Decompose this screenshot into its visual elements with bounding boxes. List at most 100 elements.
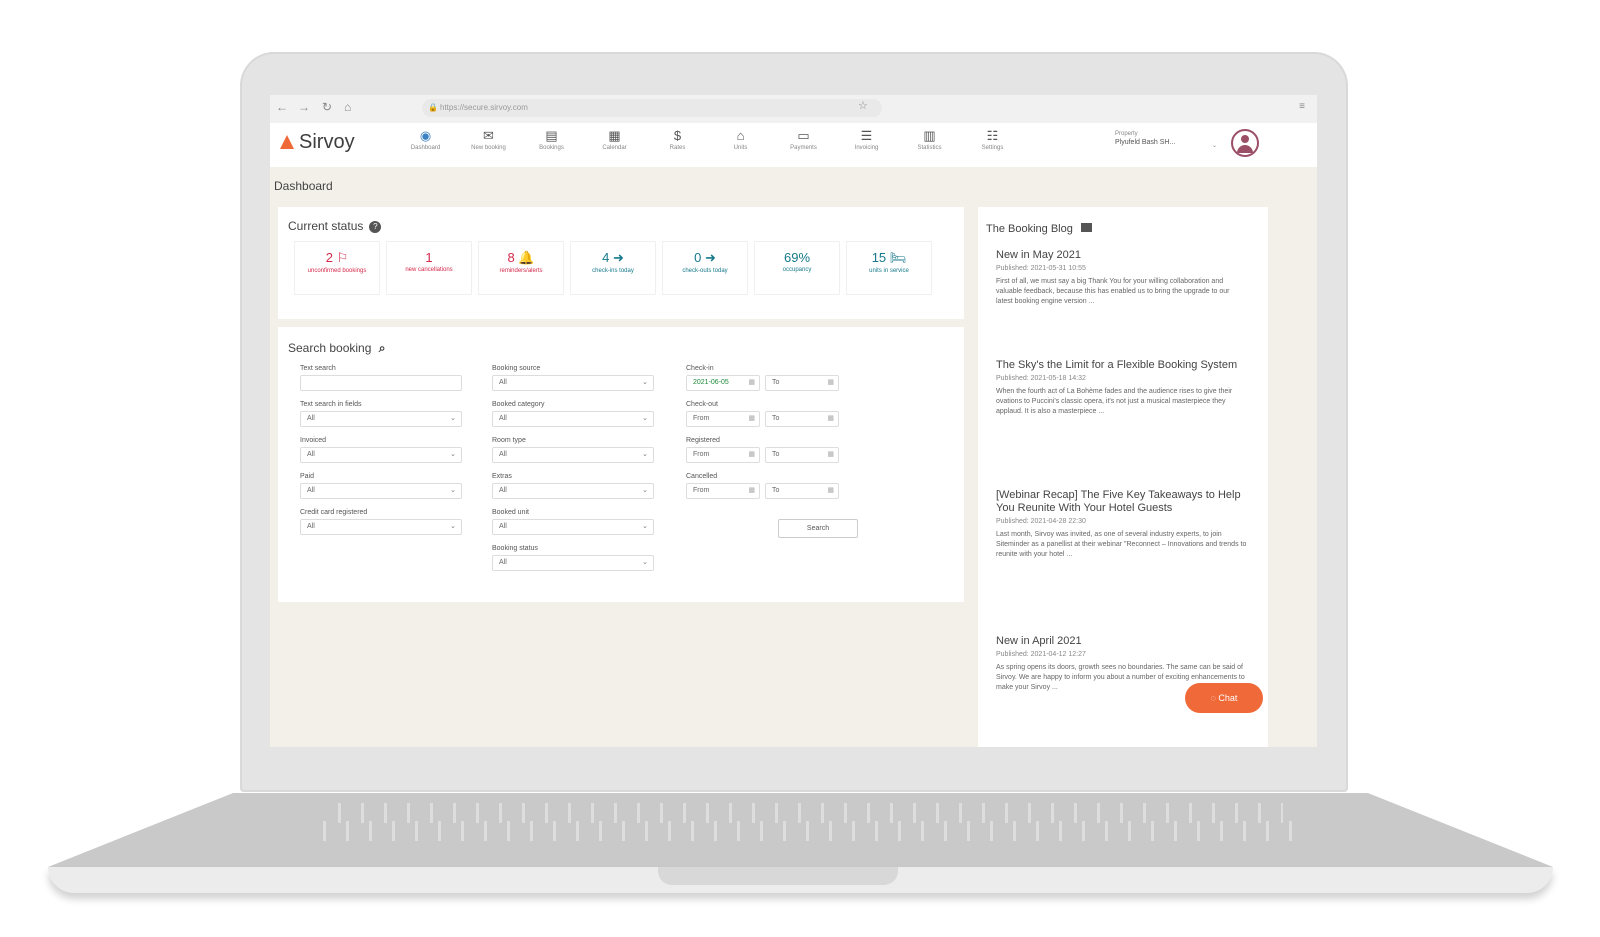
field-label: Paid <box>300 473 315 480</box>
nav-payments[interactable]: ▭ Payments <box>772 125 835 165</box>
blog-post-heading[interactable]: [Webinar Recap] The Five Key Takeaways t… <box>996 489 1248 515</box>
sirvoy-logo[interactable]: Sirvoy <box>280 131 355 154</box>
field-booking-status: Booking status All ⌄ <box>492 545 654 571</box>
credit-card-select[interactable]: All ⌄ <box>300 519 462 535</box>
status-tile-check-outs[interactable]: 0 ➜ check-outs today <box>662 241 748 295</box>
date-value: 2021-06-05 <box>693 379 729 386</box>
field-label: Credit card registered <box>300 509 368 516</box>
address-bar[interactable]: 🔒 https://secure.sirvoy.com <box>422 99 882 117</box>
dashboard-icon: ◉ <box>419 128 432 143</box>
select-value: All <box>499 415 507 422</box>
laptop-notch <box>658 867 898 885</box>
nav-invoicing[interactable]: ☰ Invoicing <box>835 125 898 165</box>
status-tile-units[interactable]: 15 🛏 units in service <box>846 241 932 295</box>
field-label: Extras <box>492 473 512 480</box>
blog-post-date: Published: 2021-05-31 10:55 <box>996 265 1086 272</box>
nav-dashboard[interactable]: ◉ Dashboard <box>394 125 457 165</box>
user-avatar-icon[interactable] <box>1231 129 1259 157</box>
nav-units[interactable]: ⌂ Units <box>709 125 772 165</box>
registered-to-input[interactable]: To ▦ <box>765 447 839 463</box>
nav-bookings[interactable]: ▤ Bookings <box>520 125 583 165</box>
field-extras: Extras All ⌄ <box>492 473 654 499</box>
status-value: 0 ➜ <box>694 250 716 265</box>
booked-unit-select[interactable]: All ⌄ <box>492 519 654 535</box>
status-value: 15 🛏 <box>871 250 907 265</box>
booked-category-select[interactable]: All ⌄ <box>492 411 654 427</box>
home-icon[interactable]: ⌂ <box>344 100 351 114</box>
status-tile-occupancy[interactable]: 69% occupancy <box>754 241 840 295</box>
cancelled-from-input[interactable]: From ▦ <box>686 483 760 499</box>
search-booking-title: Search booking ⌕ <box>288 341 385 356</box>
browser-toolbar: ← → ↻ ⌂ 🔒 https://secure.sirvoy.com ☆ ≡ <box>270 95 1317 124</box>
nav-new-booking[interactable]: ✉ New booking <box>457 125 520 165</box>
date-value: From <box>693 451 710 458</box>
nav-statistics[interactable]: ▥ Statistics <box>898 125 961 165</box>
status-label: occupancy <box>782 267 812 273</box>
blog-post-heading[interactable]: The Sky's the Limit for a Flexible Booki… <box>996 359 1248 372</box>
invoicing-icon: ☰ <box>860 128 873 143</box>
status-value: 69% <box>783 250 811 265</box>
url-text: https://secure.sirvoy.com <box>440 103 528 112</box>
status-tile-reminders[interactable]: 8 🔔 reminders/alerts <box>478 241 564 295</box>
field-label: Booking source <box>492 365 541 372</box>
blog-post[interactable]: The Sky's the Limit for a Flexible Booki… <box>996 359 1248 417</box>
field-label: Room type <box>492 437 526 444</box>
blog-post-teaser: When the fourth act of La Bohème fades a… <box>996 388 1233 415</box>
blog-post-heading[interactable]: New in April 2021 <box>996 635 1248 648</box>
back-icon[interactable]: ← <box>276 100 288 114</box>
search-button[interactable]: Search <box>778 519 858 538</box>
date-value: To <box>772 487 780 494</box>
nav-rates[interactable]: $ Rates <box>646 125 709 165</box>
chevron-down-icon: ⌄ <box>642 487 648 494</box>
rss-icon[interactable] <box>1080 223 1092 232</box>
chat-button[interactable]: ◌ Chat <box>1185 683 1263 713</box>
check-in-to-input[interactable]: To ▦ <box>765 375 839 391</box>
chevron-down-icon: ⌄ <box>450 487 456 494</box>
property-selector[interactable]: Property Plyufeld Bash SH... <box>1115 131 1215 146</box>
date-value: To <box>772 451 780 458</box>
browser-menu-icon[interactable]: ≡ <box>1299 101 1305 112</box>
text-search-input[interactable] <box>300 375 462 391</box>
bookmark-star-icon[interactable]: ☆ <box>858 99 868 112</box>
blog-post[interactable]: [Webinar Recap] The Five Key Takeaways t… <box>996 489 1248 560</box>
chevron-down-icon[interactable]: ⌄ <box>1212 142 1217 149</box>
nav-calendar[interactable]: ▦ Calendar <box>583 125 646 165</box>
extras-select[interactable]: All ⌄ <box>492 483 654 499</box>
nav-label: Payments <box>790 145 817 151</box>
help-icon[interactable]: ? <box>369 221 382 233</box>
field-text-search-in-fields: Text search in fields All ⌄ <box>300 401 462 427</box>
settings-icon: ☷ <box>986 128 999 143</box>
field-label: Booked unit <box>492 509 529 516</box>
blog-post[interactable]: New in May 2021 Published: 2021-05-31 10… <box>996 249 1248 307</box>
text-search-fields-select[interactable]: All ⌄ <box>300 411 462 427</box>
field-cancelled: Cancelled From ▦ To ▦ <box>686 473 848 499</box>
date-range: From ▦ To ▦ <box>686 411 848 427</box>
status-tile-check-ins[interactable]: 4 ➜ check-ins today <box>570 241 656 295</box>
room-type-select[interactable]: All ⌄ <box>492 447 654 463</box>
current-status-heading: Current status <box>288 219 364 233</box>
registered-from-input[interactable]: From ▦ <box>686 447 760 463</box>
invoiced-select[interactable]: All ⌄ <box>300 447 462 463</box>
paid-select[interactable]: All ⌄ <box>300 483 462 499</box>
forward-icon[interactable]: → <box>298 100 310 114</box>
status-label: unconfirmed bookings <box>307 268 367 274</box>
check-out-to-input[interactable]: To ▦ <box>765 411 839 427</box>
booking-source-select[interactable]: All ⌄ <box>492 375 654 391</box>
blog-post-heading[interactable]: New in May 2021 <box>996 249 1248 262</box>
cancelled-to-input[interactable]: To ▦ <box>765 483 839 499</box>
booking-status-select[interactable]: All ⌄ <box>492 555 654 571</box>
status-tile-unconfirmed[interactable]: 2 ⚐ unconfirmed bookings <box>294 241 380 295</box>
search-icon: ⌕ <box>378 341 386 355</box>
booking-blog-panel: The Booking Blog New in May 2021 Publish… <box>978 207 1268 747</box>
reload-icon[interactable]: ↻ <box>322 100 332 114</box>
check-in-from-input[interactable]: 2021-06-05 ▦ <box>686 375 760 391</box>
field-registered: Registered From ▦ To ▦ <box>686 437 848 463</box>
nav-settings[interactable]: ☷ Settings <box>961 125 1024 165</box>
status-tile-cancellations[interactable]: 1 new cancellations <box>386 241 472 295</box>
field-text-search: Text search <box>300 365 462 391</box>
current-status-title: Current status? <box>288 219 382 233</box>
field-booked-unit: Booked unit All ⌄ <box>492 509 654 535</box>
check-out-from-input[interactable]: From ▦ <box>686 411 760 427</box>
calendar-icon: ▦ <box>608 128 621 143</box>
keyboard-row <box>303 821 1298 841</box>
